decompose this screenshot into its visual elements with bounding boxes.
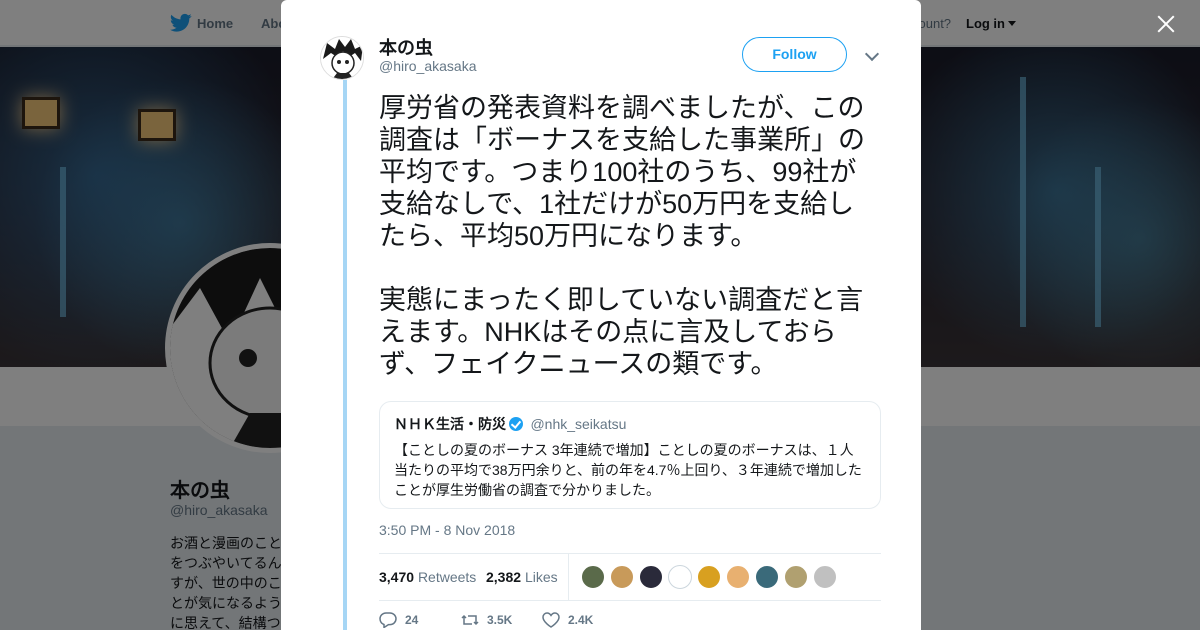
liker-avatar[interactable] (639, 565, 663, 589)
reply-button[interactable]: 24 (379, 612, 418, 628)
like-button[interactable]: 2.4K (542, 612, 593, 628)
liker-avatar[interactable] (755, 565, 779, 589)
reply-icon (379, 612, 397, 628)
follow-button[interactable]: Follow (742, 37, 847, 72)
heart-icon (542, 612, 560, 628)
tweet-stats: 3,470 Retweets 2,382 Likes (379, 553, 881, 601)
tweet-actions: 24 3.5K 2.4K (379, 610, 881, 630)
tweet-modal: 本の虫 @hiro_akasaka Follow 厚労省の発表資料を調べましたが… (281, 0, 921, 630)
liker-avatar[interactable] (813, 565, 837, 589)
liker-avatar[interactable] (668, 565, 692, 589)
author-name[interactable]: 本の虫 (379, 34, 433, 60)
quoted-author-name: ＮＨＫ生活・防災 (394, 416, 506, 432)
liker-avatar[interactable] (581, 565, 605, 589)
close-icon[interactable] (1152, 10, 1180, 38)
retweet-icon (461, 614, 479, 626)
retweets-stat[interactable]: 3,470 Retweets (379, 569, 476, 585)
retweets-label: Retweets (417, 569, 477, 585)
retweet-button[interactable]: 3.5K (461, 612, 512, 628)
thread-line (343, 80, 347, 630)
author-handle[interactable]: @hiro_akasaka (379, 58, 477, 74)
liker-avatar[interactable] (726, 565, 750, 589)
quoted-tweet[interactable]: ＮＨＫ生活・防災 @nhk_seikatsu 【ことしの夏のボーナス 3年連続で… (379, 401, 881, 509)
tweet-timestamp[interactable]: 3:50 PM - 8 Nov 2018 (379, 522, 515, 538)
liker-avatar[interactable] (610, 565, 634, 589)
quoted-tweet-text: 【ことしの夏のボーナス 3年連続で増加】ことしの夏のボーナスは、１人当たりの平均… (394, 442, 862, 498)
chevron-down-icon[interactable] (864, 46, 880, 62)
retweet-count: 3.5K (487, 613, 513, 627)
liker-avatar[interactable] (784, 565, 808, 589)
retweets-count: 3,470 (379, 569, 415, 585)
stats-divider (568, 554, 569, 601)
tweet-text: 厚労省の発表資料を調べましたが、この調査は「ボーナスを支給した事業所」の平均です… (379, 93, 865, 379)
likes-stat[interactable]: 2,382 Likes (486, 569, 558, 585)
liker-avatar[interactable] (697, 565, 721, 589)
quoted-author-handle: @nhk_seikatsu (530, 416, 627, 432)
anime-character-avatar-icon (321, 37, 363, 79)
likes-label: Likes (524, 569, 558, 585)
verified-badge-icon (509, 417, 523, 431)
reply-count: 24 (405, 613, 419, 627)
author-avatar[interactable] (320, 36, 364, 80)
likes-count: 2,382 (486, 569, 522, 585)
like-count: 2.4K (568, 613, 594, 627)
